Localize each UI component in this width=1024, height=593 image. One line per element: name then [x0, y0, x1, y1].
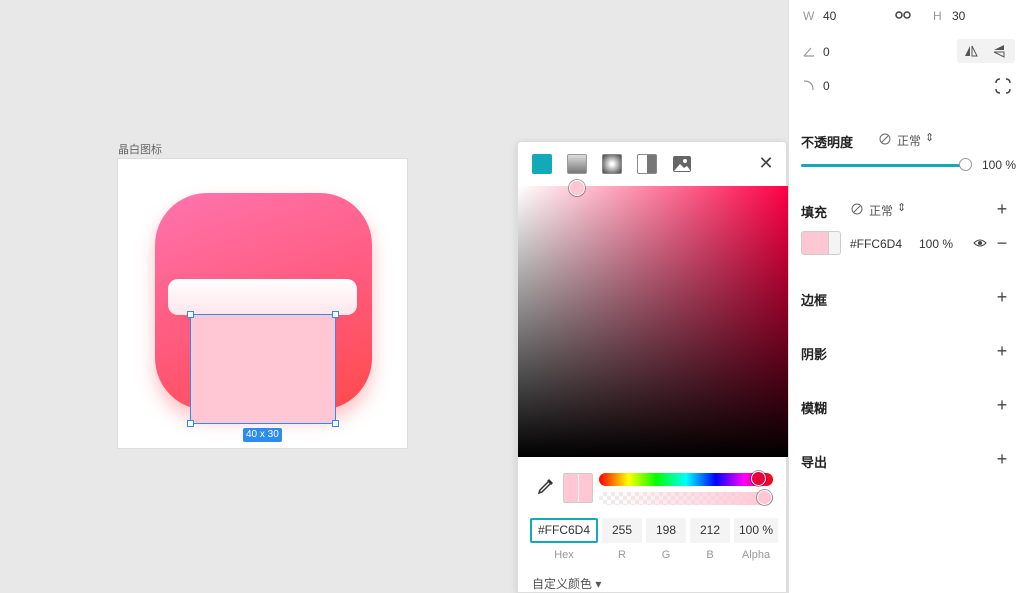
opacity-thumb[interactable]	[959, 158, 972, 171]
add-fill-icon[interactable]: +	[994, 200, 1010, 218]
add-shadow-icon[interactable]: +	[994, 342, 1010, 360]
radius-value[interactable]: 0	[823, 79, 830, 93]
saturation-value-area[interactable]	[518, 186, 788, 457]
hex-label: Hex	[554, 549, 574, 561]
fill-hex[interactable]: #FFC6D4	[850, 237, 902, 251]
hue-thumb[interactable]	[751, 471, 766, 486]
hex-input[interactable]: #FFC6D4	[530, 518, 598, 543]
radial-gradient-icon[interactable]	[602, 154, 622, 174]
fill-type-tabs	[532, 154, 692, 174]
selection-size-badge: 40 x 30	[243, 428, 282, 442]
alpha-thumb[interactable]	[757, 490, 772, 505]
height-value[interactable]: 30	[952, 9, 965, 23]
r-label: R	[618, 549, 626, 561]
rotation-value[interactable]: 0	[823, 45, 830, 59]
b-label: B	[706, 549, 714, 561]
alpha-slider[interactable]	[599, 492, 773, 505]
flip-group	[957, 39, 1015, 63]
saturation-thumb[interactable]	[569, 180, 585, 196]
add-blur-icon[interactable]: +	[994, 396, 1010, 414]
height-label: H	[933, 9, 942, 23]
color-picker-popover: ✕ #FFC6D4 255 198 212 100 % Hex R G B Al…	[517, 141, 788, 593]
shadow-title: 阴影	[801, 347, 828, 362]
eye-icon[interactable]	[973, 237, 987, 252]
remove-fill-icon[interactable]: −	[994, 234, 1010, 252]
link-ratio-icon[interactable]	[895, 8, 911, 25]
flip-horizontal-icon[interactable]	[964, 44, 978, 61]
corner-radius-icon	[803, 79, 815, 94]
blend-mode-icon	[879, 133, 891, 148]
resize-handle-tr[interactable]	[332, 311, 339, 318]
blend-mode-icon	[851, 203, 863, 218]
custom-color-dropdown[interactable]: 自定义颜色 ▾	[532, 575, 601, 592]
alpha-label: Alpha	[741, 549, 771, 561]
opacity-slider[interactable]	[801, 164, 963, 167]
close-icon[interactable]: ✕	[758, 154, 774, 172]
fill-opacity[interactable]: 100 %	[919, 237, 953, 251]
resize-handle-bl[interactable]	[187, 420, 194, 427]
color-value-fields: #FFC6D4 255 198 212 100 %	[530, 518, 778, 543]
fill-title: 填充	[801, 205, 828, 220]
selection-box[interactable]	[190, 314, 336, 424]
export-title: 导出	[801, 455, 828, 470]
fill-blend-mode[interactable]: 正常	[869, 202, 893, 219]
linear-gradient-icon[interactable]	[567, 154, 587, 174]
inspector-panel: W 40 H 30 0 0 不透明度 正常 ⇕ 100 % 填充 正常 ⇕ + …	[788, 0, 1024, 593]
chevron-updown-icon[interactable]: ⇕	[925, 131, 934, 144]
artboard-label[interactable]: 晶白图标	[118, 141, 162, 157]
resize-handle-tl[interactable]	[187, 311, 194, 318]
independent-corners-icon[interactable]	[995, 78, 1011, 97]
color-preview	[563, 473, 593, 503]
resize-handle-br[interactable]	[332, 420, 339, 427]
alpha-input[interactable]: 100 %	[734, 518, 778, 543]
border-title: 边框	[801, 293, 828, 308]
hue-slider[interactable]	[599, 473, 773, 486]
rotation-icon	[803, 45, 815, 60]
width-value[interactable]: 40	[823, 9, 836, 23]
flip-vertical-icon[interactable]	[992, 44, 1006, 61]
fill-color-swatch[interactable]	[801, 231, 841, 255]
field-labels: Hex R G B Alpha	[530, 549, 778, 561]
blur-title: 模糊	[801, 401, 828, 416]
chevron-updown-icon[interactable]: ⇕	[897, 201, 906, 214]
solid-fill-icon[interactable]	[532, 154, 552, 174]
g-label: G	[661, 549, 671, 561]
image-fill-icon[interactable]	[672, 154, 692, 174]
g-input[interactable]: 198	[646, 518, 686, 543]
opacity-blend-mode[interactable]: 正常	[897, 132, 921, 149]
opacity-title: 不透明度	[801, 135, 854, 150]
add-export-icon[interactable]: +	[994, 450, 1010, 468]
opacity-value[interactable]: 100 %	[982, 158, 1016, 172]
app-icon-bar[interactable]	[168, 279, 357, 315]
angular-gradient-icon[interactable]	[637, 154, 657, 174]
eyedropper-icon[interactable]	[536, 476, 556, 496]
b-input[interactable]: 212	[690, 518, 730, 543]
r-input[interactable]: 255	[602, 518, 642, 543]
add-border-icon[interactable]: +	[994, 288, 1010, 306]
width-label: W	[803, 9, 815, 23]
